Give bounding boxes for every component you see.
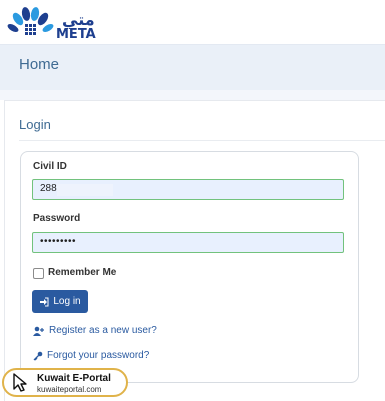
password-label: Password — [33, 213, 81, 224]
sign-in-icon — [40, 297, 49, 306]
password-input[interactable]: ••••••••• — [32, 232, 344, 253]
key-icon — [33, 351, 43, 360]
login-button-label: Log in — [53, 296, 81, 307]
section-gap — [0, 90, 385, 100]
remember-me-label[interactable]: Remember Me — [48, 267, 116, 278]
user-plus-icon — [33, 326, 44, 336]
kuwait-eportal-watermark: Kuwait E-Portal kuwaiteportal.com — [2, 368, 128, 397]
login-heading: Login — [19, 117, 51, 132]
page-title: Home — [19, 56, 60, 73]
civil-id-label: Civil ID — [33, 161, 67, 172]
register-link-label: Register as a new user? — [49, 325, 157, 336]
logo-latin-text: META — [56, 27, 96, 42]
forgot-password-label: Forgot your password? — [47, 350, 150, 361]
login-button[interactable]: Log in — [32, 290, 88, 313]
register-link[interactable]: Register as a new user? — [33, 325, 157, 336]
redacted-civil-id — [57, 184, 113, 196]
watermark-url: kuwaiteportal.com — [37, 385, 102, 394]
watermark-title: Kuwait E-Portal — [37, 373, 111, 384]
meta-logo[interactable]: متي META — [4, 2, 124, 42]
top-header: متي META — [0, 0, 385, 44]
meta-logo-icon: متي META — [7, 7, 96, 42]
heading-divider — [19, 140, 385, 141]
cursor-icon — [13, 373, 27, 392]
forgot-password-link[interactable]: Forgot your password? — [33, 350, 149, 361]
remember-me-checkbox[interactable] — [33, 268, 44, 279]
